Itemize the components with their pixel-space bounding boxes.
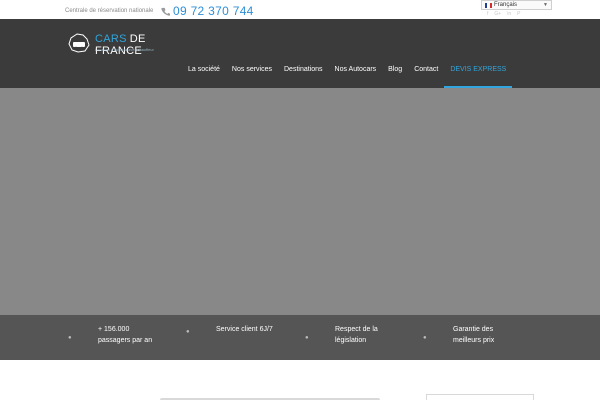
site-logo[interactable]: CARS DE FRANCE Location d'autocar avec ch… [66, 32, 186, 58]
french-flag-icon [485, 2, 492, 8]
social-links: f G+ in P [487, 11, 520, 17]
bullet-icon: ● [68, 335, 72, 341]
bullet-icon: ● [423, 335, 427, 341]
feature-service-client: Service client 6J/7 [216, 326, 273, 333]
features-band: ● + 156.000 passagers par an ● Service cl… [0, 315, 600, 360]
nav-nos-autocars[interactable]: Nos Autocars [329, 19, 383, 88]
google-plus-icon[interactable]: G+ [494, 11, 501, 17]
feature-passengers: + 156.000 passagers par an [98, 326, 153, 344]
nav-destinations[interactable]: Destinations [278, 19, 329, 88]
linkedin-icon[interactable]: in [507, 11, 511, 17]
logo-map-icon [68, 33, 90, 53]
main-nav: La société Nos services Destinations Nos… [182, 19, 513, 88]
content-area [0, 360, 600, 400]
nav-devis-express[interactable]: DEVIS EXPRESS [444, 19, 513, 88]
phone-number: 09 72 370 744 [173, 4, 254, 18]
nav-blog[interactable]: Blog [382, 19, 408, 88]
reservation-label: Centrale de réservation nationale [65, 8, 154, 14]
top-bar: Centrale de réservation nationale 09 72 … [0, 0, 600, 19]
nav-contact[interactable]: Contact [408, 19, 444, 88]
nav-la-societe[interactable]: La société [182, 19, 226, 88]
chevron-down-icon: ▼ [543, 2, 548, 8]
hero-banner [0, 88, 600, 315]
language-select[interactable]: Français ▼ [481, 0, 552, 10]
phone-icon [161, 7, 170, 16]
page: Centrale de réservation nationale 09 72 … [0, 0, 600, 400]
feature-best-price: Garantie des meilleurs prix [453, 326, 495, 344]
language-value: Français [494, 2, 518, 8]
bullet-icon: ● [186, 329, 190, 335]
logo-name: CARS DE FRANCE [95, 33, 146, 57]
site-header: CARS DE FRANCE Location d'autocar avec ch… [0, 19, 600, 88]
nav-nos-services[interactable]: Nos services [226, 19, 278, 88]
pinterest-icon[interactable]: P [517, 11, 520, 17]
bullet-icon: ● [305, 335, 309, 341]
sidebar-box [426, 394, 534, 400]
logo-tagline: Location d'autocar avec chauffeur [95, 48, 154, 52]
phone-link[interactable]: 09 72 370 744 [161, 4, 254, 18]
feature-legislation: Respect de la législation [335, 326, 378, 344]
facebook-icon[interactable]: f [487, 11, 488, 17]
